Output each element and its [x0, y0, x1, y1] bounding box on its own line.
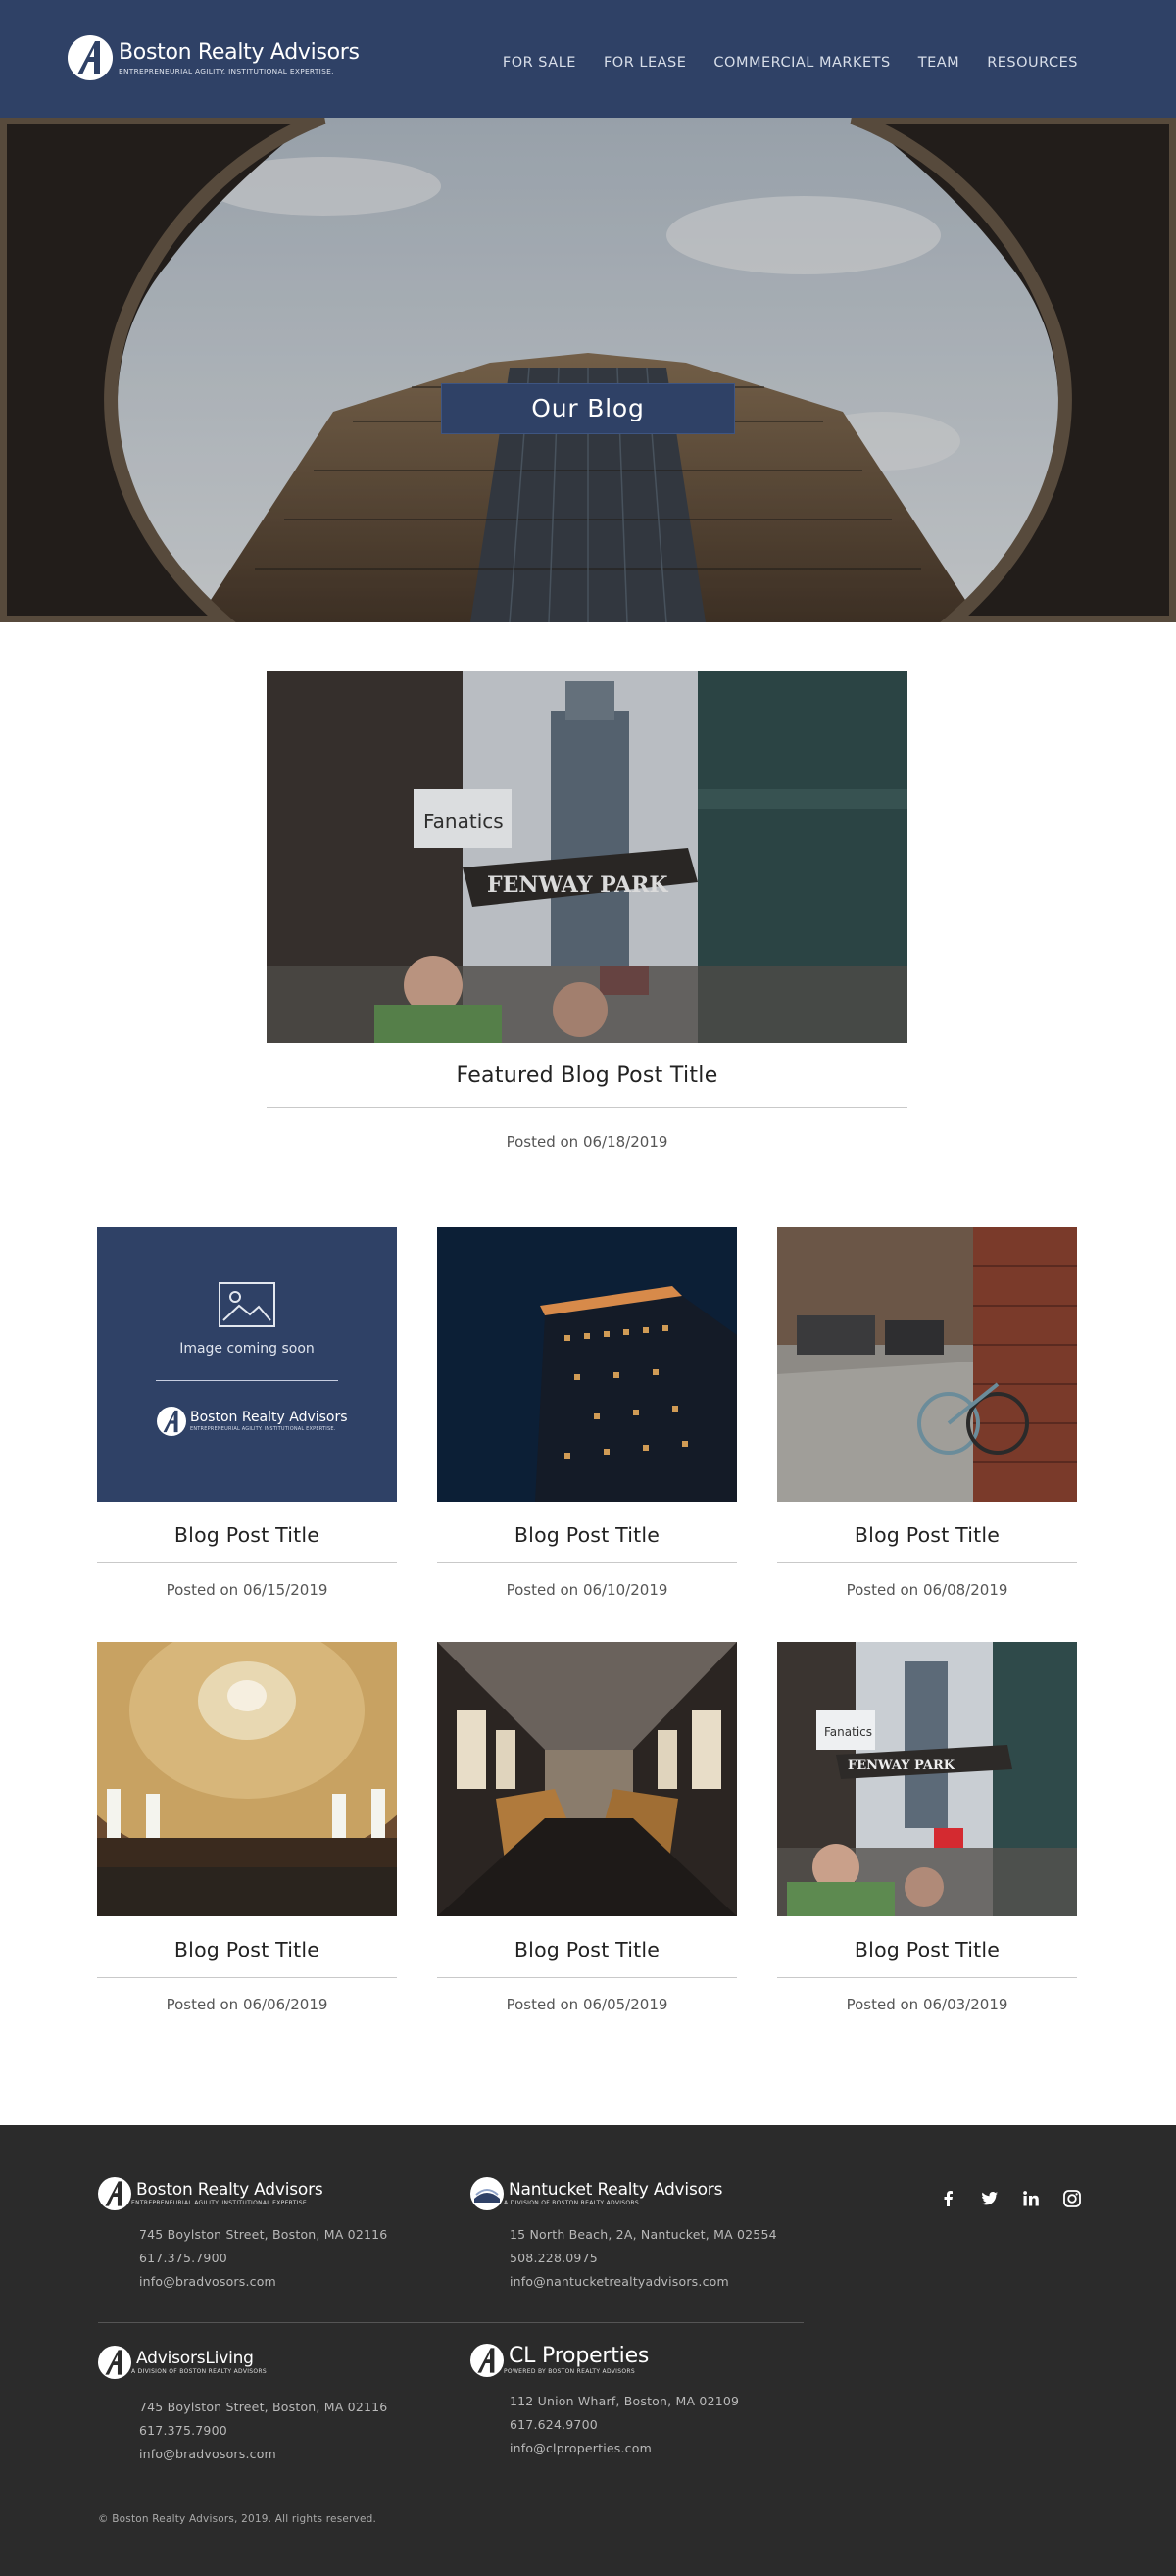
- featured-divider: [267, 1107, 907, 1108]
- blog-post-title[interactable]: Blog Post Title: [97, 1938, 397, 1965]
- blog-post-image[interactable]: [777, 1227, 1077, 1502]
- footer-clp-name: CL Properties: [509, 2344, 650, 2368]
- site-footer: Boston Realty Advisors ENTREPRENEURIAL AG…: [0, 2125, 1176, 2576]
- nav-for-sale[interactable]: FOR SALE: [503, 55, 576, 71]
- image-coming-soon-text: Image coming soon: [179, 1341, 315, 1357]
- blog-post-image[interactable]: [97, 1642, 397, 1916]
- logo-a-icon: [68, 35, 113, 80]
- featured-post-image[interactable]: Fanatics FENWAY PARK: [267, 671, 907, 1043]
- logo-a-icon: [98, 2346, 131, 2379]
- brand-name: Boston Realty Advisors: [119, 39, 360, 65]
- blog-post-title[interactable]: Blog Post Title: [97, 1523, 397, 1551]
- footer-nra-name: Nantucket Realty Advisors: [509, 2180, 723, 2200]
- facebook-icon[interactable]: [939, 2189, 958, 2208]
- footer-nra-address: 15 North Beach, 2A, Nantucket, MA 02554: [510, 2227, 777, 2242]
- footer-nra-phone[interactable]: 508.228.0975: [510, 2247, 777, 2270]
- blog-post-title[interactable]: Blog Post Title: [437, 1938, 737, 1965]
- footer-bra-name: Boston Realty Advisors: [136, 2180, 323, 2200]
- footer-office-advisorsliving: AdvisorsLiving A DIVISION OF BOSTON REALT…: [98, 2346, 387, 2466]
- footer-clp-tagline: POWERED BY BOSTON REALTY ADVISORS: [504, 2368, 635, 2375]
- logo-a-icon: [157, 1407, 186, 1436]
- featured-post-date: Posted on 06/18/2019: [506, 1133, 668, 1151]
- footer-al-name: AdvisorsLiving: [136, 2349, 254, 2368]
- card-divider: [777, 1977, 1077, 1978]
- footer-bra-tagline: ENTREPRENEURIAL AGILITY. INSTITUTIONAL E…: [131, 2200, 310, 2206]
- footer-nra-tagline: A DIVISION OF BOSTON REALTY ADVISORS: [504, 2200, 639, 2206]
- footer-nra-email[interactable]: info@nantucketrealtyadvisors.com: [510, 2270, 777, 2294]
- footer-clp-email[interactable]: info@clproperties.com: [510, 2437, 739, 2460]
- social-links: [939, 2189, 1082, 2208]
- card-divider: [437, 1562, 737, 1563]
- placeholder-divider: [156, 1380, 338, 1381]
- card-divider: [777, 1562, 1077, 1563]
- blog-post-date: Posted on 06/10/2019: [506, 1581, 668, 1599]
- placeholder-brand-tagline: ENTREPRENEURIAL AGILITY. INSTITUTIONAL E…: [190, 1426, 336, 1432]
- blog-post-date: Posted on 06/05/2019: [506, 1996, 668, 2013]
- blog-post-date: Posted on 06/08/2019: [846, 1581, 1008, 1599]
- featured-post-title[interactable]: Featured Blog Post Title: [267, 1064, 907, 1088]
- footer-al-logo[interactable]: AdvisorsLiving A DIVISION OF BOSTON REALT…: [98, 2346, 387, 2379]
- blog-post-image[interactable]: [437, 1227, 737, 1502]
- blog-post-title[interactable]: Blog Post Title: [437, 1523, 737, 1551]
- main-nav: FOR SALE FOR LEASE COMMERCIAL MARKETS TE…: [503, 55, 1078, 71]
- blog-post-title[interactable]: Blog Post Title: [777, 1938, 1077, 1965]
- blog-post-date: Posted on 06/15/2019: [166, 1581, 328, 1599]
- footer-bra-email[interactable]: info@bradvosors.com: [139, 2270, 387, 2294]
- card-divider: [97, 1562, 397, 1563]
- footer-clp-address: 112 Union Wharf, Boston, MA 02109: [510, 2394, 740, 2408]
- footer-office-bra: Boston Realty Advisors ENTREPRENEURIAL AG…: [98, 2177, 387, 2294]
- blog-card[interactable]: Blog Post Title Posted on 06/08/2019: [777, 1227, 1077, 1599]
- nav-for-lease[interactable]: FOR LEASE: [604, 55, 686, 71]
- footer-al-email[interactable]: info@bradvosors.com: [139, 2443, 387, 2466]
- svg-text:Fanatics: Fanatics: [824, 1725, 872, 1739]
- linkedin-icon[interactable]: [1021, 2189, 1041, 2208]
- copyright-text: Boston Realty Advisors, 2019. All rights…: [112, 2513, 377, 2525]
- blog-card[interactable]: Blog Post Title Posted on 06/06/2019: [97, 1642, 397, 2013]
- site-header: Boston Realty Advisors ENTREPRENEURIAL A…: [0, 0, 1176, 118]
- copyright: © Boston Realty Advisors, 2019. All righ…: [98, 2513, 376, 2525]
- nav-resources[interactable]: RESOURCES: [987, 55, 1078, 71]
- twitter-icon[interactable]: [980, 2189, 1000, 2208]
- blog-post-title[interactable]: Blog Post Title: [777, 1523, 1077, 1551]
- hero-building-image: [0, 118, 1176, 622]
- footer-office-nra: Nantucket Realty Advisors A DIVISION OF B…: [470, 2177, 777, 2294]
- card-divider: [97, 1977, 397, 1978]
- card-divider: [437, 1977, 737, 1978]
- blog-post-date: Posted on 06/03/2019: [846, 1996, 1008, 2013]
- image-icon: [219, 1282, 275, 1327]
- footer-bra-logo[interactable]: Boston Realty Advisors ENTREPRENEURIAL AG…: [98, 2177, 387, 2210]
- image-placeholder[interactable]: Image coming soon Boston Realty Advisors…: [97, 1227, 397, 1502]
- footer-office-clproperties: CL Properties POWERED BY BOSTON REALTY AD…: [470, 2344, 739, 2460]
- hero-banner: Our Blog: [0, 118, 1176, 622]
- footer-al-phone[interactable]: 617.375.7900: [139, 2419, 387, 2443]
- placeholder-brand-name: Boston Realty Advisors: [190, 1410, 348, 1425]
- svg-text:FENWAY PARK: FENWAY PARK: [848, 1759, 956, 1773]
- blog-post-image[interactable]: Fanatics FENWAY PARK: [777, 1642, 1077, 1916]
- footer-clp-phone[interactable]: 617.624.9700: [510, 2413, 739, 2437]
- footer-al-address: 745 Boylston Street, Boston, MA 02116: [139, 2400, 388, 2414]
- footer-nra-logo[interactable]: Nantucket Realty Advisors A DIVISION OF B…: [470, 2177, 777, 2210]
- brand-tagline: ENTREPRENEURIAL AGILITY. INSTITUTIONAL E…: [119, 66, 334, 75]
- placeholder-logo: Boston Realty Advisors ENTREPRENEURIAL A…: [157, 1407, 348, 1436]
- footer-bra-phone[interactable]: 617.375.7900: [139, 2247, 387, 2270]
- hero-title: Our Blog: [441, 383, 735, 434]
- footer-clp-logo[interactable]: CL Properties POWERED BY BOSTON REALTY AD…: [470, 2344, 739, 2377]
- blog-card[interactable]: Image coming soon Boston Realty Advisors…: [97, 1227, 397, 1599]
- logo-a-icon: [470, 2344, 504, 2377]
- blog-post-image[interactable]: [437, 1642, 737, 1916]
- blog-card[interactable]: Blog Post Title Posted on 06/05/2019: [437, 1642, 737, 2013]
- nav-team[interactable]: TEAM: [918, 55, 959, 71]
- footer-divider: [98, 2322, 804, 2323]
- blog-card[interactable]: Fanatics FENWAY PARK Blog Post Title Pos…: [777, 1642, 1077, 2013]
- nav-commercial-markets[interactable]: COMMERCIAL MARKETS: [713, 55, 890, 71]
- blog-card[interactable]: Blog Post Title Posted on 06/10/2019: [437, 1227, 737, 1599]
- footer-bra-address: 745 Boylston Street, Boston, MA 02116: [139, 2227, 388, 2242]
- blog-post-date: Posted on 06/06/2019: [166, 1996, 328, 2013]
- copyright-symbol: ©: [98, 2513, 109, 2525]
- instagram-icon[interactable]: [1062, 2189, 1082, 2208]
- logo-a-icon: [98, 2177, 131, 2210]
- footer-al-tagline: A DIVISION OF BOSTON REALTY ADVISORS: [131, 2368, 267, 2375]
- brand-logo[interactable]: Boston Realty Advisors ENTREPRENEURIAL A…: [68, 35, 360, 80]
- nantucket-logo-icon: [470, 2177, 504, 2210]
